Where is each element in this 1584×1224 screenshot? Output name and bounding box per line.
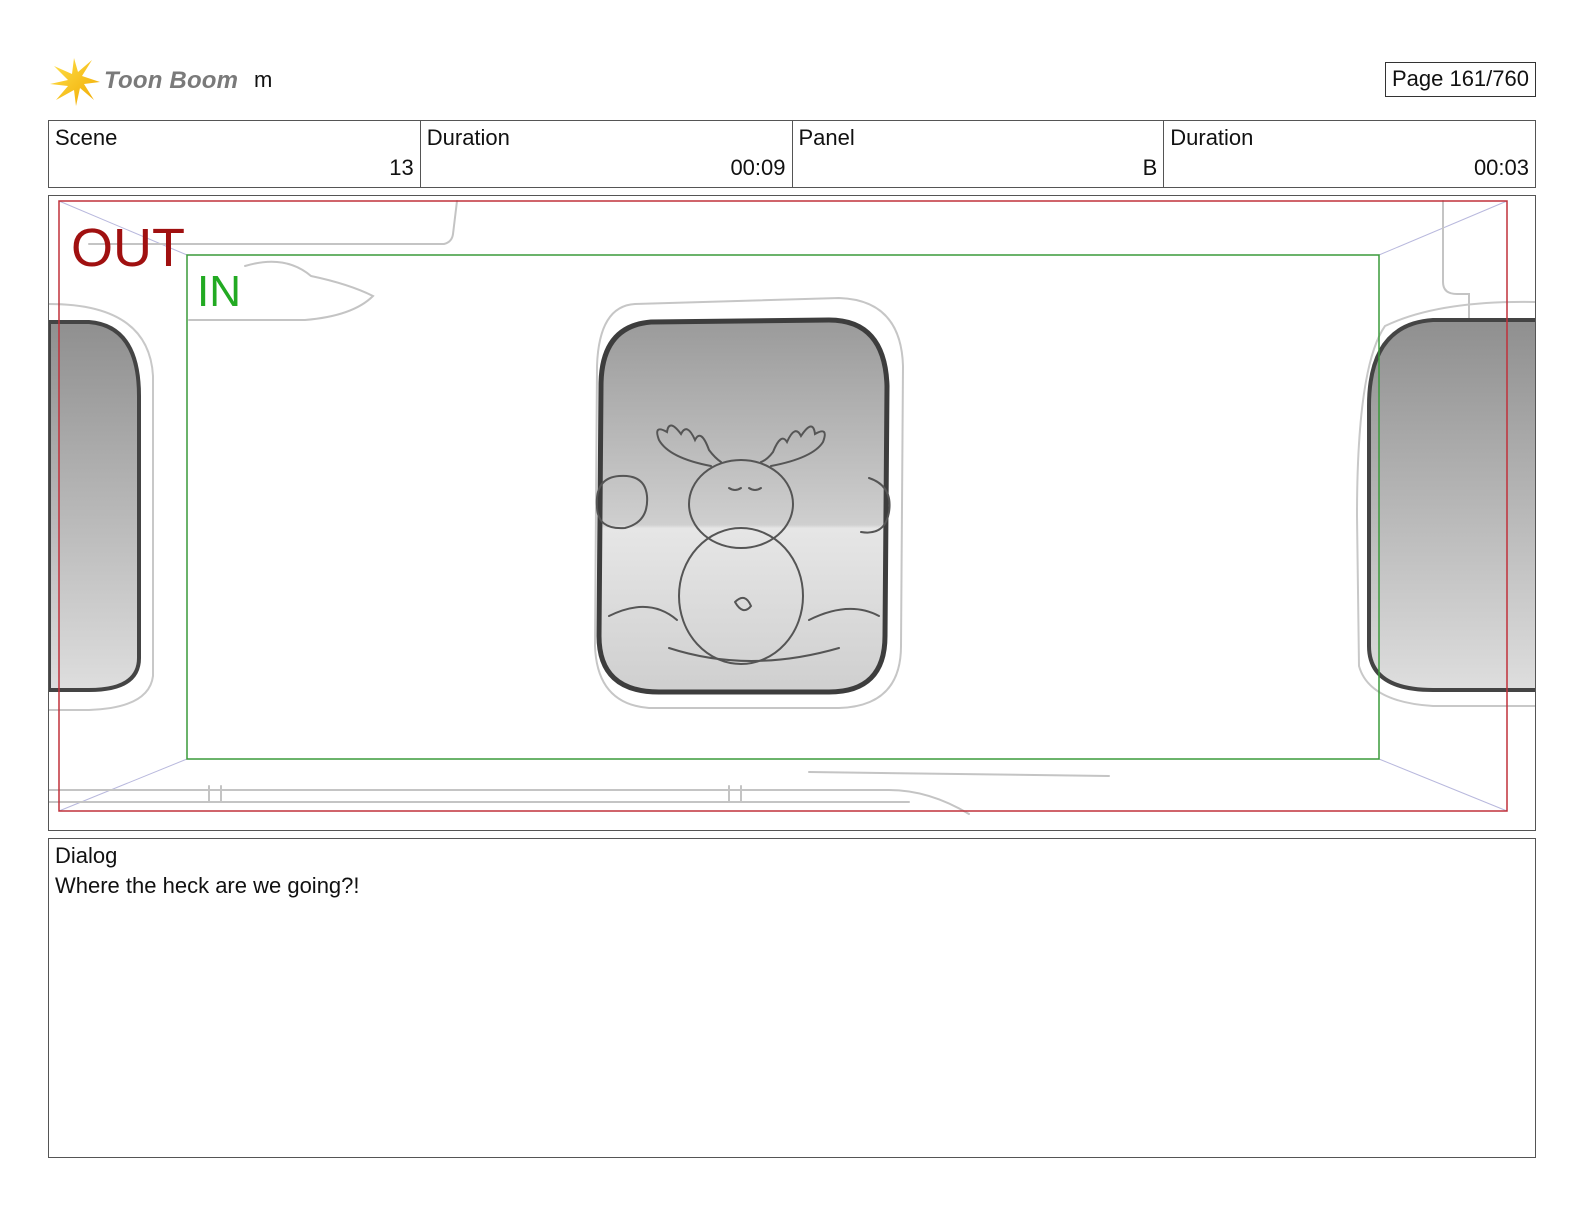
panel-cell: Panel B [793,121,1165,187]
dialog-box: Dialog Where the heck are we going?! [48,838,1536,1158]
out-frame-label: OUT [71,218,185,278]
scene-label: Scene [55,125,118,150]
scene-duration-cell: Duration 00:09 [421,121,793,187]
project-name: m [254,67,273,92]
logo-text: Toon Boom [104,67,239,94]
scene-value: 13 [389,155,414,180]
panel-info-row: Scene 13 Duration 00:09 Panel B Duration… [48,120,1536,188]
panel-duration-value: 00:03 [1473,155,1529,180]
panel-value: B [1142,155,1158,180]
panel-duration-label: Duration [1170,125,1254,150]
scene-cell: Scene 13 [49,121,421,187]
dialog-label: Dialog [55,843,118,868]
scene-duration-value: 00:09 [730,155,786,180]
center-window [593,296,905,709]
storyboard-panel-image: OUT IN [48,195,1536,831]
in-frame-label: IN [197,267,241,316]
dialog-text: Where the heck are we going?! [55,873,360,898]
toon-boom-logo: Toon Boom [48,54,248,106]
left-window [49,303,154,711]
storyboard-sketch [49,200,1535,815]
starburst-icon [50,58,100,106]
panel-duration-cell: Duration 00:03 [1164,121,1535,187]
scene-duration-label: Duration [426,125,510,150]
panel-label: Panel [798,125,855,150]
page-number: Page 161/760 [1384,62,1536,97]
right-window [1355,300,1535,707]
page-header: Toon Boom m Page 161/760 [48,52,1536,108]
